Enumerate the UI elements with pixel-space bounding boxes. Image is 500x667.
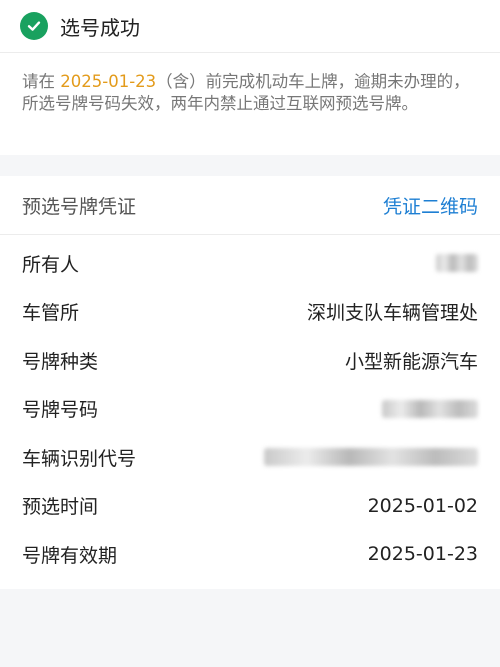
- deadline-notice: 请在 2025-01-23（含）前完成机动车上牌，逾期未办理的，所选号牌号码失效…: [0, 53, 500, 115]
- notice-deadline-date: 2025-01-23: [60, 72, 157, 91]
- plate-number-value-redacted: [382, 399, 478, 418]
- office-label: 车管所: [22, 302, 80, 325]
- voucher-card: 预选号牌凭证 凭证二维码 所有人 车管所 深圳支队车辆管理处 号牌种类 小型新能…: [0, 176, 500, 589]
- preselect-time-label: 预选时间: [22, 496, 99, 519]
- detail-row-vin: 车辆识别代号: [0, 433, 500, 482]
- detail-list: 所有人 车管所 深圳支队车辆管理处 号牌种类 小型新能源汽车 号牌号码 车辆识别…: [0, 235, 500, 589]
- voucher-title: 预选号牌凭证: [22, 195, 137, 218]
- success-card: 选号成功 请在 2025-01-23（含）前完成机动车上牌，逾期未办理的，所选号…: [0, 0, 500, 155]
- owner-value-redacted: [436, 254, 478, 273]
- plate-type-value: 小型新能源汽车: [344, 350, 478, 373]
- preselect-time-value: 2025-01-02: [367, 494, 478, 517]
- office-value: 深圳支队车辆管理处: [306, 302, 478, 325]
- voucher-header: 预选号牌凭证 凭证二维码: [0, 176, 500, 235]
- check-circle-icon: [20, 12, 48, 40]
- detail-row-plate-number: 号牌号码: [0, 385, 500, 434]
- detail-row-valid-until: 号牌有效期 2025-01-23: [0, 530, 500, 579]
- plate-number-label: 号牌号码: [22, 399, 99, 422]
- valid-until-label: 号牌有效期: [22, 544, 118, 567]
- vin-value-redacted: [264, 448, 478, 467]
- success-header: 选号成功: [0, 0, 500, 53]
- valid-until-value: 2025-01-23: [367, 543, 478, 566]
- page-title: 选号成功: [60, 15, 140, 40]
- notice-prefix: 请在: [22, 72, 61, 91]
- owner-label: 所有人: [22, 253, 80, 276]
- vin-label: 车辆识别代号: [22, 447, 137, 470]
- detail-row-owner: 所有人: [0, 239, 500, 288]
- qr-code-link[interactable]: 凭证二维码: [383, 192, 478, 219]
- detail-row-preselect-time: 预选时间 2025-01-02: [0, 482, 500, 531]
- detail-row-office: 车管所 深圳支队车辆管理处: [0, 288, 500, 337]
- detail-row-plate-type: 号牌种类 小型新能源汽车: [0, 336, 500, 385]
- plate-type-label: 号牌种类: [22, 350, 99, 373]
